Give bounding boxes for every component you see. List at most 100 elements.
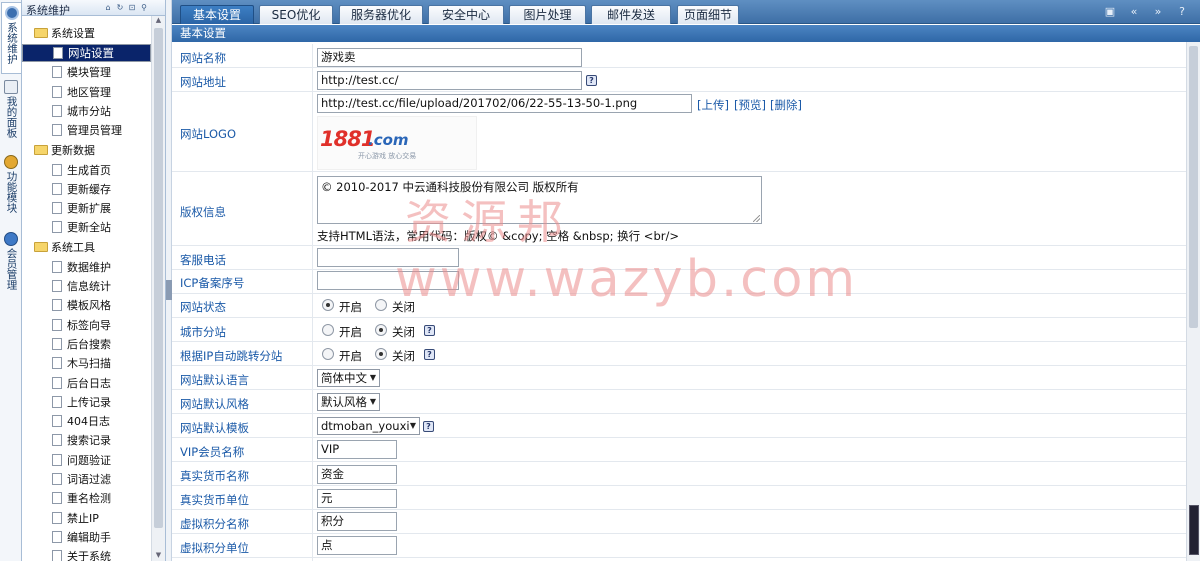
tree-item[interactable]: 生成首页 [52,161,111,180]
site-logo-input[interactable]: http://test.cc/file/upload/201702/06/22-… [317,94,692,113]
radio-label: 开启 [339,325,362,339]
site-status-off-radio[interactable] [375,299,387,311]
copyright-value: © 2010-2017 中云通科技股份有限公司 版权所有 [321,180,579,194]
page-icon [53,47,63,59]
tree-group[interactable]: 更新数据 [34,141,95,160]
tab-bar: 基本设置 SEO优化 服务器优化 安全中心 图片处理 邮件发送 页面细节 ▣ «… [172,0,1200,24]
tree-item-label: 信息统计 [67,280,111,293]
ip-redirect-on-radio[interactable] [322,348,334,360]
help-icon[interactable]: ? [424,349,435,360]
new-window-icon[interactable]: ⊡ [127,3,137,13]
navigation-tree-panel: 系统维护 ⌂ ↻ ⊡ ⚲ 系统设置 网站设置 模块管理 地区管理 城市分站 管理员管理 更新… [22,0,166,561]
bookmark-icon[interactable]: ▣ [1102,5,1118,19]
tree-item[interactable]: 网站设置 [22,44,151,62]
tree-item-label: 后台搜索 [67,337,111,351]
tree-item[interactable]: 404日志 [52,412,110,431]
tree-item[interactable]: 信息统计 [52,277,111,296]
virtual-points-unit-input[interactable]: 点 [317,536,397,555]
tree-item[interactable]: 数据维护 [52,258,111,277]
prev-icon[interactable]: « [1126,5,1142,19]
scroll-down-arrow-icon[interactable]: ▼ [152,551,165,561]
scroll-thumb[interactable] [154,28,163,528]
tree-group[interactable]: 系统设置 [34,24,95,43]
tree-item[interactable]: 词语过滤 [52,470,111,489]
service-phone-input[interactable] [317,248,459,267]
tree-item[interactable]: 管理员管理 [52,121,122,140]
delete-link[interactable]: [删除] [770,97,802,113]
row-default-template: 网站默认模板 dtmoban_youxi ▼ ? [172,414,1186,438]
vtab-system-maintenance[interactable]: 系统维护 [1,2,21,74]
default-template-select[interactable]: dtmoban_youxi ▼ [317,417,420,435]
tree-item[interactable]: 关于系统 [52,547,111,561]
tab-mail-sending[interactable]: 邮件发送 [591,5,671,24]
tree-item-label: 关于系统 [67,550,111,561]
icp-input[interactable] [317,271,459,290]
tab-page-details[interactable]: 页面细节 [677,5,739,24]
default-language-select[interactable]: 简体中文 ▼ [317,369,380,387]
vtab-function-modules[interactable]: 功能模块 [1,152,21,226]
tree-item[interactable]: 后台日志 [52,374,111,393]
tree-item[interactable]: 地区管理 [52,83,111,102]
tree-item[interactable]: 模板风格 [52,296,111,315]
scroll-thumb[interactable] [1189,46,1198,328]
site-url-input[interactable]: http://test.cc/ [317,71,582,90]
refresh-icon[interactable]: ↻ [115,3,125,13]
tree-item[interactable]: 后台搜索 [52,335,111,354]
chevron-down-icon: ▼ [369,397,376,406]
label-default-template: 网站默认模板 [180,421,249,435]
real-currency-name-input[interactable]: 资金 [317,465,397,484]
tab-security-center[interactable]: 安全中心 [428,5,504,24]
vtab-my-panel[interactable]: 我的面板 [1,77,21,149]
row-real-currency-name: 真实货币名称 资金 [172,462,1186,486]
help-icon[interactable]: ? [423,421,434,432]
tree-item[interactable]: 搜索记录 [52,431,111,450]
tree-item[interactable]: 问题验证 [52,451,111,470]
help-icon[interactable]: ? [586,75,597,86]
page-icon [52,473,62,485]
real-currency-unit-input[interactable]: 元 [317,489,397,508]
virtual-points-name-input[interactable]: 积分 [317,512,397,531]
tab-server-optimization[interactable]: 服务器优化 [339,5,423,24]
site-name-input[interactable]: 游戏卖 [317,48,582,67]
tree-item[interactable]: 更新全站 [52,218,111,237]
tab-image-processing[interactable]: 图片处理 [509,5,586,24]
upload-link[interactable]: [上传] [697,97,729,113]
page-icon [52,376,62,389]
tree-item[interactable]: 编辑助手 [52,528,111,547]
tree-group[interactable]: 系统工具 [34,238,95,257]
search-icon[interactable]: ⚲ [139,3,149,13]
next-icon[interactable]: » [1150,5,1166,19]
tree-item[interactable]: 更新扩展 [52,199,111,218]
tree-scrollbar[interactable]: ▲ ▼ [151,16,165,561]
copyright-textarea[interactable]: © 2010-2017 中云通科技股份有限公司 版权所有 [317,176,762,224]
radio-label: 开启 [339,349,362,363]
preview-link[interactable]: [预览] [734,97,766,113]
tree-item[interactable]: 木马扫描 [52,354,111,373]
tab-seo[interactable]: SEO优化 [259,5,333,24]
help-icon[interactable]: ? [424,325,435,336]
tree-item[interactable]: 重名检测 [52,489,111,508]
vtab-member-management[interactable]: 会员管理 [1,229,21,303]
tab-basic-settings[interactable]: 基本设置 [180,5,254,24]
vtab-label: 功能模块 [5,171,18,213]
vip-name-input[interactable]: VIP [317,440,397,459]
site-status-on-radio[interactable] [322,299,334,311]
home-icon[interactable]: ⌂ [103,3,113,13]
tree-item[interactable]: 上传记录 [52,393,111,412]
resize-grip-icon[interactable] [753,215,760,222]
city-station-off-radio[interactable] [375,324,387,336]
ip-redirect-off-radio[interactable] [375,348,387,360]
tree-item[interactable]: 禁止IP [52,509,99,528]
tree-item[interactable]: 更新缓存 [52,180,111,199]
tree-item[interactable]: 标签向导 [52,316,111,335]
content-scrollbar[interactable] [1186,42,1200,561]
page-icon [52,182,62,195]
page-icon [52,280,62,292]
menu-icon[interactable]: ? [1174,5,1190,19]
tree-item[interactable]: 城市分站 [52,102,111,121]
city-station-on-radio[interactable] [322,324,334,336]
scroll-up-arrow-icon[interactable]: ▲ [152,16,165,26]
tree-item-label: 重名检测 [67,492,111,506]
tree-item[interactable]: 模块管理 [52,63,111,82]
default-style-select[interactable]: 默认风格 ▼ [317,393,380,411]
